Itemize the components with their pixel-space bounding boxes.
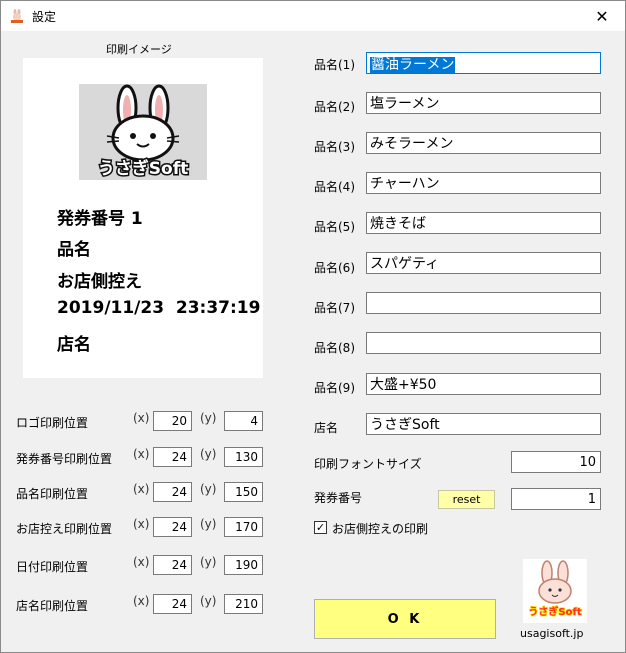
x-label: (x) [133, 517, 150, 531]
item-7-input[interactable] [366, 292, 601, 314]
ticket-y-input[interactable] [224, 447, 263, 467]
item-8-label: 品名(8) [314, 341, 355, 355]
x-label: (x) [133, 555, 150, 569]
item-2-label: 品名(2) [314, 100, 355, 114]
font-size-label: 印刷フォントサイズ [314, 457, 422, 471]
receipt-x-input[interactable] [153, 517, 192, 537]
ticket-position-label: 発券番号印刷位置 [16, 452, 113, 466]
y-label: (y) [200, 555, 217, 569]
item-3-input[interactable] [366, 132, 601, 154]
website-url: usagisoft.jp [520, 627, 584, 640]
receipt-y-input[interactable] [224, 517, 263, 537]
usagisoft-small-logo: うさぎSoft [523, 559, 587, 623]
item-5-label: 品名(5) [314, 220, 355, 234]
y-label: (y) [200, 594, 217, 608]
preview-item-name: 品名 [57, 240, 91, 260]
usagisoft-logo: うさぎSoft [79, 84, 207, 181]
date-position-label: 日付印刷位置 [16, 560, 89, 574]
check-icon: ✓ [315, 521, 326, 534]
y-label: (y) [200, 447, 217, 461]
item-7-label: 品名(7) [314, 301, 355, 315]
x-label: (x) [133, 411, 150, 425]
ok-button[interactable]: O K [314, 599, 496, 639]
receipt-copy-checkbox[interactable]: ✓ [314, 521, 327, 534]
item-3-label: 品名(3) [314, 140, 355, 154]
date-x-input[interactable] [153, 555, 192, 575]
logo-x-input[interactable] [153, 411, 192, 431]
ticket-number-label: 発券番号 [314, 491, 363, 505]
receipt-copy-label[interactable]: お店側控えの印刷 [332, 520, 428, 537]
settings-window: 設定 ✕ 印刷イメージ うさぎSoft 発券番号 1 品名 お店側控え 2019… [0, 0, 626, 653]
shop-y-input[interactable] [224, 594, 263, 614]
x-label: (x) [133, 447, 150, 461]
small-logo-text: うさぎSoft [528, 605, 581, 618]
close-button[interactable]: ✕ [579, 1, 625, 31]
window-title: 設定 [32, 10, 57, 24]
ticket-number-input[interactable] [511, 488, 601, 510]
x-label: (x) [133, 482, 150, 496]
reset-button[interactable]: reset [438, 490, 495, 509]
close-icon: ✕ [595, 6, 609, 26]
date-y-input[interactable] [224, 555, 263, 575]
item-5-input[interactable] [366, 212, 601, 234]
item-1-value: 醤油ラーメン [370, 57, 456, 73]
print-preview: うさぎSoft 発券番号 1 品名 お店側控え 2019/11/23 23:37… [23, 58, 263, 378]
client-area: 印刷イメージ うさぎSoft 発券番号 1 品名 お店側控え 2019/11/2… [1, 31, 625, 652]
item-4-label: 品名(4) [314, 180, 355, 194]
item-1-input[interactable]: 醤油ラーメン [366, 52, 601, 74]
shop-position-label: 店名印刷位置 [16, 599, 89, 613]
logo-y-input[interactable] [224, 411, 263, 431]
item-4-input[interactable] [366, 172, 601, 194]
y-label: (y) [200, 517, 217, 531]
shop-name-label: 店名 [314, 421, 339, 435]
preview-ticket-number: 発券番号 1 [57, 209, 143, 229]
receipt-position-label: お店控え印刷位置 [16, 522, 113, 536]
item-6-input[interactable] [366, 252, 601, 274]
shop-name-input[interactable] [366, 413, 601, 435]
preview-shop-name: 店名 [57, 335, 91, 355]
preview-receipt-copy: お店側控え [57, 272, 142, 292]
item-8-input[interactable] [366, 332, 601, 354]
item-1-label: 品名(1) [314, 58, 355, 72]
logo-text: うさぎSoft [98, 158, 188, 179]
item-9-input[interactable] [366, 373, 601, 395]
preview-label: 印刷イメージ [106, 43, 172, 56]
shop-x-input[interactable] [153, 594, 192, 614]
app-icon [11, 9, 23, 23]
logo-position-label: ロゴ印刷位置 [16, 416, 89, 430]
font-size-input[interactable] [511, 451, 601, 473]
item-6-label: 品名(6) [314, 261, 355, 275]
item-9-label: 品名(9) [314, 381, 355, 395]
preview-datetime: 2019/11/23 23:37:19 [57, 298, 261, 318]
item-position-label: 品名印刷位置 [16, 487, 89, 501]
y-label: (y) [200, 411, 217, 425]
ticket-x-input[interactable] [153, 447, 192, 467]
item-x-input[interactable] [153, 482, 192, 502]
x-label: (x) [133, 594, 150, 608]
item-2-input[interactable] [366, 92, 601, 114]
item-y-input[interactable] [224, 482, 263, 502]
y-label: (y) [200, 482, 217, 496]
title-bar: 設定 ✕ [1, 1, 625, 31]
